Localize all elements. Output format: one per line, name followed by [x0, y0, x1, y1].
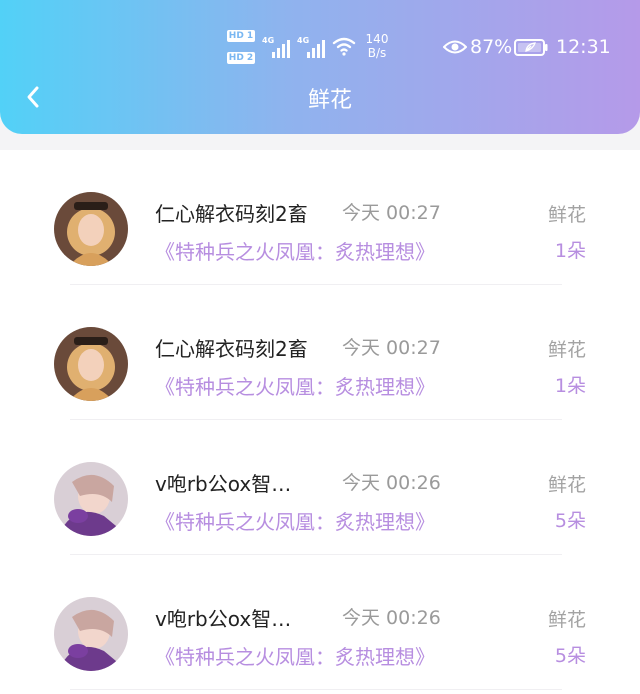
- wifi-icon: [332, 37, 356, 56]
- gift-type: 鲜花: [547, 204, 586, 226]
- net-speed-value: 140: [365, 32, 389, 46]
- avatar-image: [54, 192, 128, 266]
- avatar-image: [54, 597, 128, 671]
- gift-type: 鲜花: [547, 609, 586, 631]
- timestamp: 今天 00:27: [342, 202, 441, 224]
- eye-comfort-icon: [443, 40, 467, 54]
- sim-indicators: HD 1 HD 2: [227, 30, 255, 66]
- timestamp: 今天 00:27: [342, 337, 441, 359]
- avatar[interactable]: [54, 462, 128, 536]
- avatar[interactable]: [54, 192, 128, 266]
- gift-count: 5朵: [554, 510, 586, 532]
- net-speed-unit: B/s: [367, 46, 387, 60]
- back-button[interactable]: [16, 80, 50, 114]
- clock: 12:31: [556, 36, 611, 58]
- status-bar: HD 1 HD 2 4G 4G 140 B/s 87% 12:31: [0, 30, 640, 66]
- list-item[interactable]: 仁心解衣码刻2畜 今天 00:27 《特种兵之火凤凰：炙热理想》 鲜花 1朵: [0, 150, 640, 286]
- divider: [70, 689, 562, 690]
- gift-count: 1朵: [554, 240, 586, 262]
- user-name: 仁心解衣码刻2畜: [155, 337, 308, 361]
- signal-bars-icon: [272, 40, 290, 58]
- net-speed: 140 B/s: [362, 32, 392, 60]
- gift-type: 鲜花: [547, 339, 586, 361]
- user-name: v咆rb公ox智…: [155, 472, 292, 496]
- book-title-link[interactable]: 《特种兵之火凤凰：炙热理想》: [155, 236, 435, 265]
- timestamp: 今天 00:26: [342, 472, 441, 494]
- list-item[interactable]: v咆rb公ox智… 今天 00:26 《特种兵之火凤凰：炙热理想》 鲜花 5朵: [0, 420, 640, 556]
- gift-type: 鲜花: [547, 474, 586, 496]
- chevron-left-icon: [27, 86, 39, 108]
- list-item[interactable]: 仁心解衣码刻2畜 今天 00:27 《特种兵之火凤凰：炙热理想》 鲜花 1朵: [0, 285, 640, 421]
- hd1-badge: HD 1: [227, 30, 255, 42]
- avatar-image: [54, 327, 128, 401]
- book-title-link[interactable]: 《特种兵之火凤凰：炙热理想》: [155, 506, 435, 535]
- avatar-image: [54, 462, 128, 536]
- list-item[interactable]: v咆rb公ox智… 今天 00:26 《特种兵之火凤凰：炙热理想》 鲜花 5朵: [0, 555, 640, 691]
- avatar[interactable]: [54, 597, 128, 671]
- book-title-link[interactable]: 《特种兵之火凤凰：炙热理想》: [155, 371, 435, 400]
- book-title-link[interactable]: 《特种兵之火凤凰：炙热理想》: [155, 641, 435, 670]
- avatar[interactable]: [54, 327, 128, 401]
- battery-icon: [514, 39, 548, 56]
- user-name: 仁心解衣码刻2畜: [155, 202, 308, 226]
- gift-count: 1朵: [554, 375, 586, 397]
- user-name: v咆rb公ox智…: [155, 607, 292, 631]
- timestamp: 今天 00:26: [342, 607, 441, 629]
- header: HD 1 HD 2 4G 4G 140 B/s 87% 12:31 鲜花: [0, 0, 640, 134]
- hd2-badge: HD 2: [227, 52, 255, 64]
- signal-bars-icon: [307, 40, 325, 58]
- flower-record-list: 仁心解衣码刻2畜 今天 00:27 《特种兵之火凤凰：炙热理想》 鲜花 1朵 仁…: [0, 150, 640, 694]
- page-title: 鲜花: [307, 88, 352, 113]
- battery-percent: 87%: [470, 36, 513, 58]
- gift-count: 5朵: [554, 645, 586, 667]
